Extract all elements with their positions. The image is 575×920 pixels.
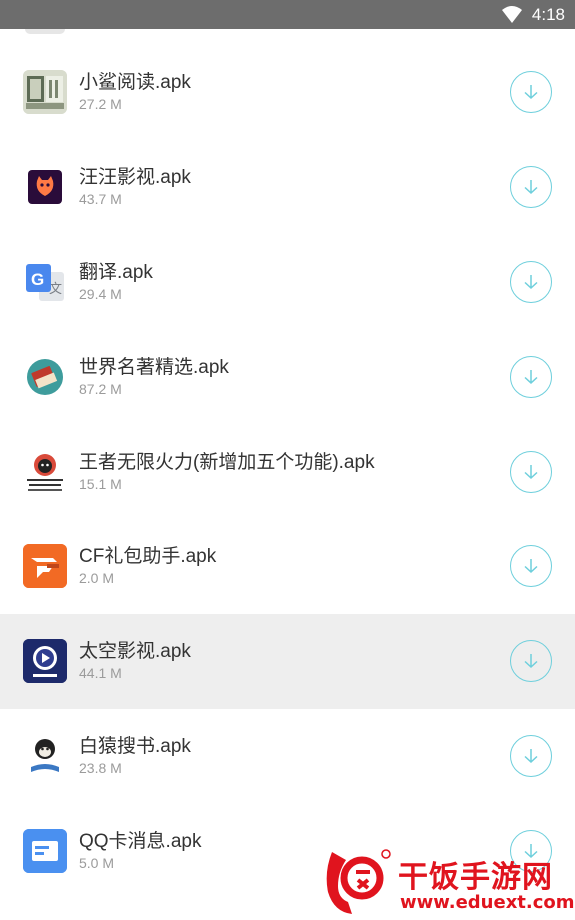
file-row[interactable]: CF礼包助手.apk 2.0 M (0, 519, 575, 614)
download-arrow-icon (524, 748, 538, 763)
cf-gift-icon (23, 544, 67, 589)
xiaosha-reader-icon (23, 70, 67, 115)
download-arrow-icon (524, 180, 538, 195)
file-name: 白猿搜书.apk (79, 735, 191, 757)
file-size: 87.2 M (79, 380, 122, 397)
file-size: 43.7 M (79, 191, 122, 208)
site-watermark: 干饭手游网 www.eduext.com (318, 842, 575, 920)
previous-item-edge (25, 29, 65, 34)
file-size: 15.1 M (79, 475, 122, 492)
file-row[interactable]: 白猿搜书.apk 23.8 M (0, 709, 575, 804)
file-row[interactable]: 王者无限火力(新增加五个功能).apk 15.1 M (0, 424, 575, 519)
watermark-logo-icon (326, 849, 391, 914)
file-name: 小鲨阅读.apk (79, 72, 191, 94)
file-row[interactable]: 太空影视.apk 44.1 M (0, 613, 575, 709)
watermark-url: www.eduext.com (400, 892, 575, 913)
watermark-title: 干饭手游网 (398, 860, 553, 895)
google-translate-icon: 文 G (23, 260, 67, 304)
file-size: 44.1 M (79, 665, 122, 682)
world-classics-icon (23, 355, 67, 399)
taikong-video-icon (23, 639, 67, 684)
file-name: 世界名著精选.apk (79, 356, 229, 378)
apk-file-list: 小鲨阅读.apk 27.2 M 汪汪影视.apk 43.7 M 文 G 翻译.a… (0, 45, 575, 898)
download-arrow-icon (524, 85, 538, 100)
download-arrow-icon (524, 559, 538, 574)
wifi-icon (501, 5, 522, 23)
download-button[interactable] (510, 355, 552, 398)
download-button[interactable] (510, 734, 552, 777)
file-size: 5.0 M (79, 854, 115, 871)
file-name: 王者无限火力(新增加五个功能).apk (79, 451, 375, 473)
file-row[interactable]: 文 G 翻译.apk 29.4 M (0, 235, 575, 330)
wangwang-video-icon (23, 165, 67, 209)
file-row[interactable]: 汪汪影视.apk 43.7 M (0, 140, 575, 235)
file-size: 29.4 M (79, 285, 122, 302)
status-clock: 4:18 (531, 4, 565, 24)
download-button[interactable] (510, 640, 552, 683)
download-button[interactable] (510, 166, 552, 209)
file-row[interactable]: 小鲨阅读.apk 27.2 M (0, 45, 575, 140)
download-button[interactable] (510, 450, 552, 493)
download-arrow-icon (524, 274, 538, 290)
file-name: CF礼包助手.apk (79, 546, 217, 568)
baiyuan-book-icon (23, 733, 67, 778)
file-name: 太空影视.apk (79, 641, 191, 663)
status-bar: 4:18 (0, 0, 575, 29)
download-arrow-icon (524, 464, 538, 479)
file-size: 27.2 M (79, 96, 122, 113)
download-button[interactable] (510, 71, 552, 114)
file-name: QQ卡消息.apk (79, 830, 202, 852)
qq-card-icon (23, 828, 67, 873)
file-name: 汪汪影视.apk (79, 167, 191, 189)
file-size: 23.8 M (79, 759, 122, 776)
file-name: 翻译.apk (79, 261, 153, 283)
download-button[interactable] (510, 545, 552, 588)
file-row[interactable]: 世界名著精选.apk 87.2 M (0, 329, 575, 424)
download-arrow-icon (524, 654, 538, 669)
download-arrow-icon (524, 369, 538, 384)
file-size: 2.0 M (79, 570, 115, 587)
wangzhe-meme-icon (23, 449, 67, 494)
svg-text:G: G (31, 270, 44, 289)
download-button[interactable] (510, 260, 552, 303)
